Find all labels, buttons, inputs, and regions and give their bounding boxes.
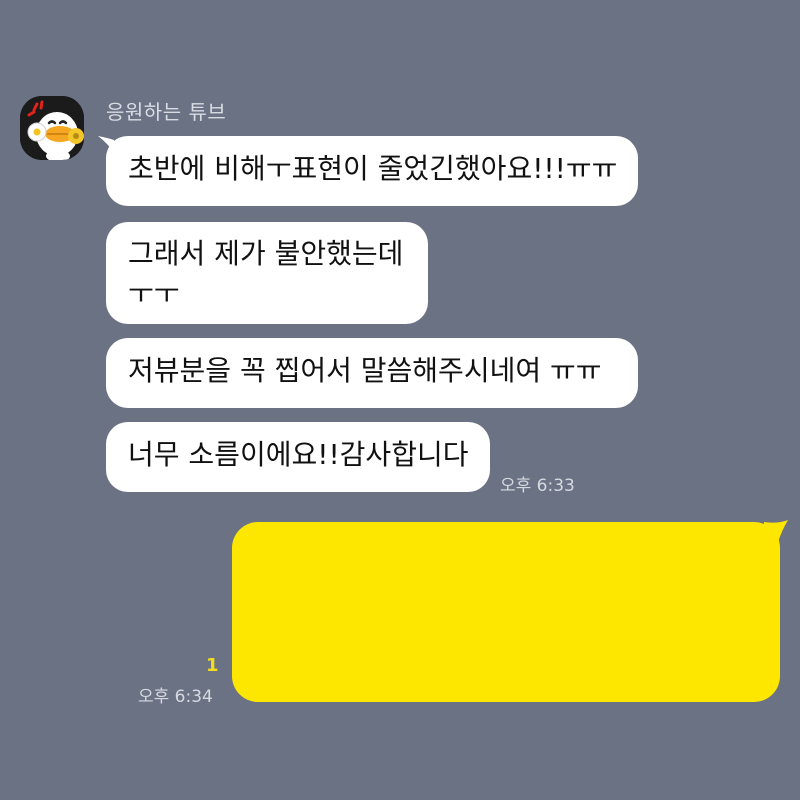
outgoing-message-bubble[interactable] xyxy=(232,522,780,702)
sender-avatar[interactable] xyxy=(20,96,84,160)
unread-count: 1 xyxy=(206,655,219,676)
outgoing-bubble-tail xyxy=(764,520,788,542)
sender-name: 응원하는 튜브 xyxy=(106,100,227,124)
message-bubble[interactable]: 초반에 비해ㅜ표현이 줄었긴했아요!!!ㅠㅠ xyxy=(106,136,638,206)
message-text: 초반에 비해ㅜ표현이 줄었긴했아요!!!ㅠㅠ xyxy=(128,152,618,185)
incoming-timestamp: 오후 6:33 xyxy=(500,476,575,496)
message-text: 너무 소름이에요!!감사합니다 xyxy=(128,438,469,471)
message-bubble[interactable]: 너무 소름이에요!!감사합니다 xyxy=(106,422,490,492)
message-text: 저뷰분을 꼭 찝어서 말씀해주시네여 ㅠㅠ xyxy=(128,354,602,387)
message-bubble[interactable]: 저뷰분을 꼭 찝어서 말씀해주시네여 ㅠㅠ xyxy=(106,338,638,408)
message-text: 그래서 제가 불안했는데 ㅜㅜ xyxy=(128,237,404,310)
chat-room: 응원하는 튜브 초반에 비해ㅜ표현이 줄었긴했아요!!!ㅠㅠ 그래서 제가 불안… xyxy=(0,0,800,800)
outgoing-timestamp: 오후 6:34 xyxy=(138,687,213,707)
duck-character-icon xyxy=(20,96,84,160)
message-bubble[interactable]: 그래서 제가 불안했는데 ㅜㅜ xyxy=(106,222,428,324)
